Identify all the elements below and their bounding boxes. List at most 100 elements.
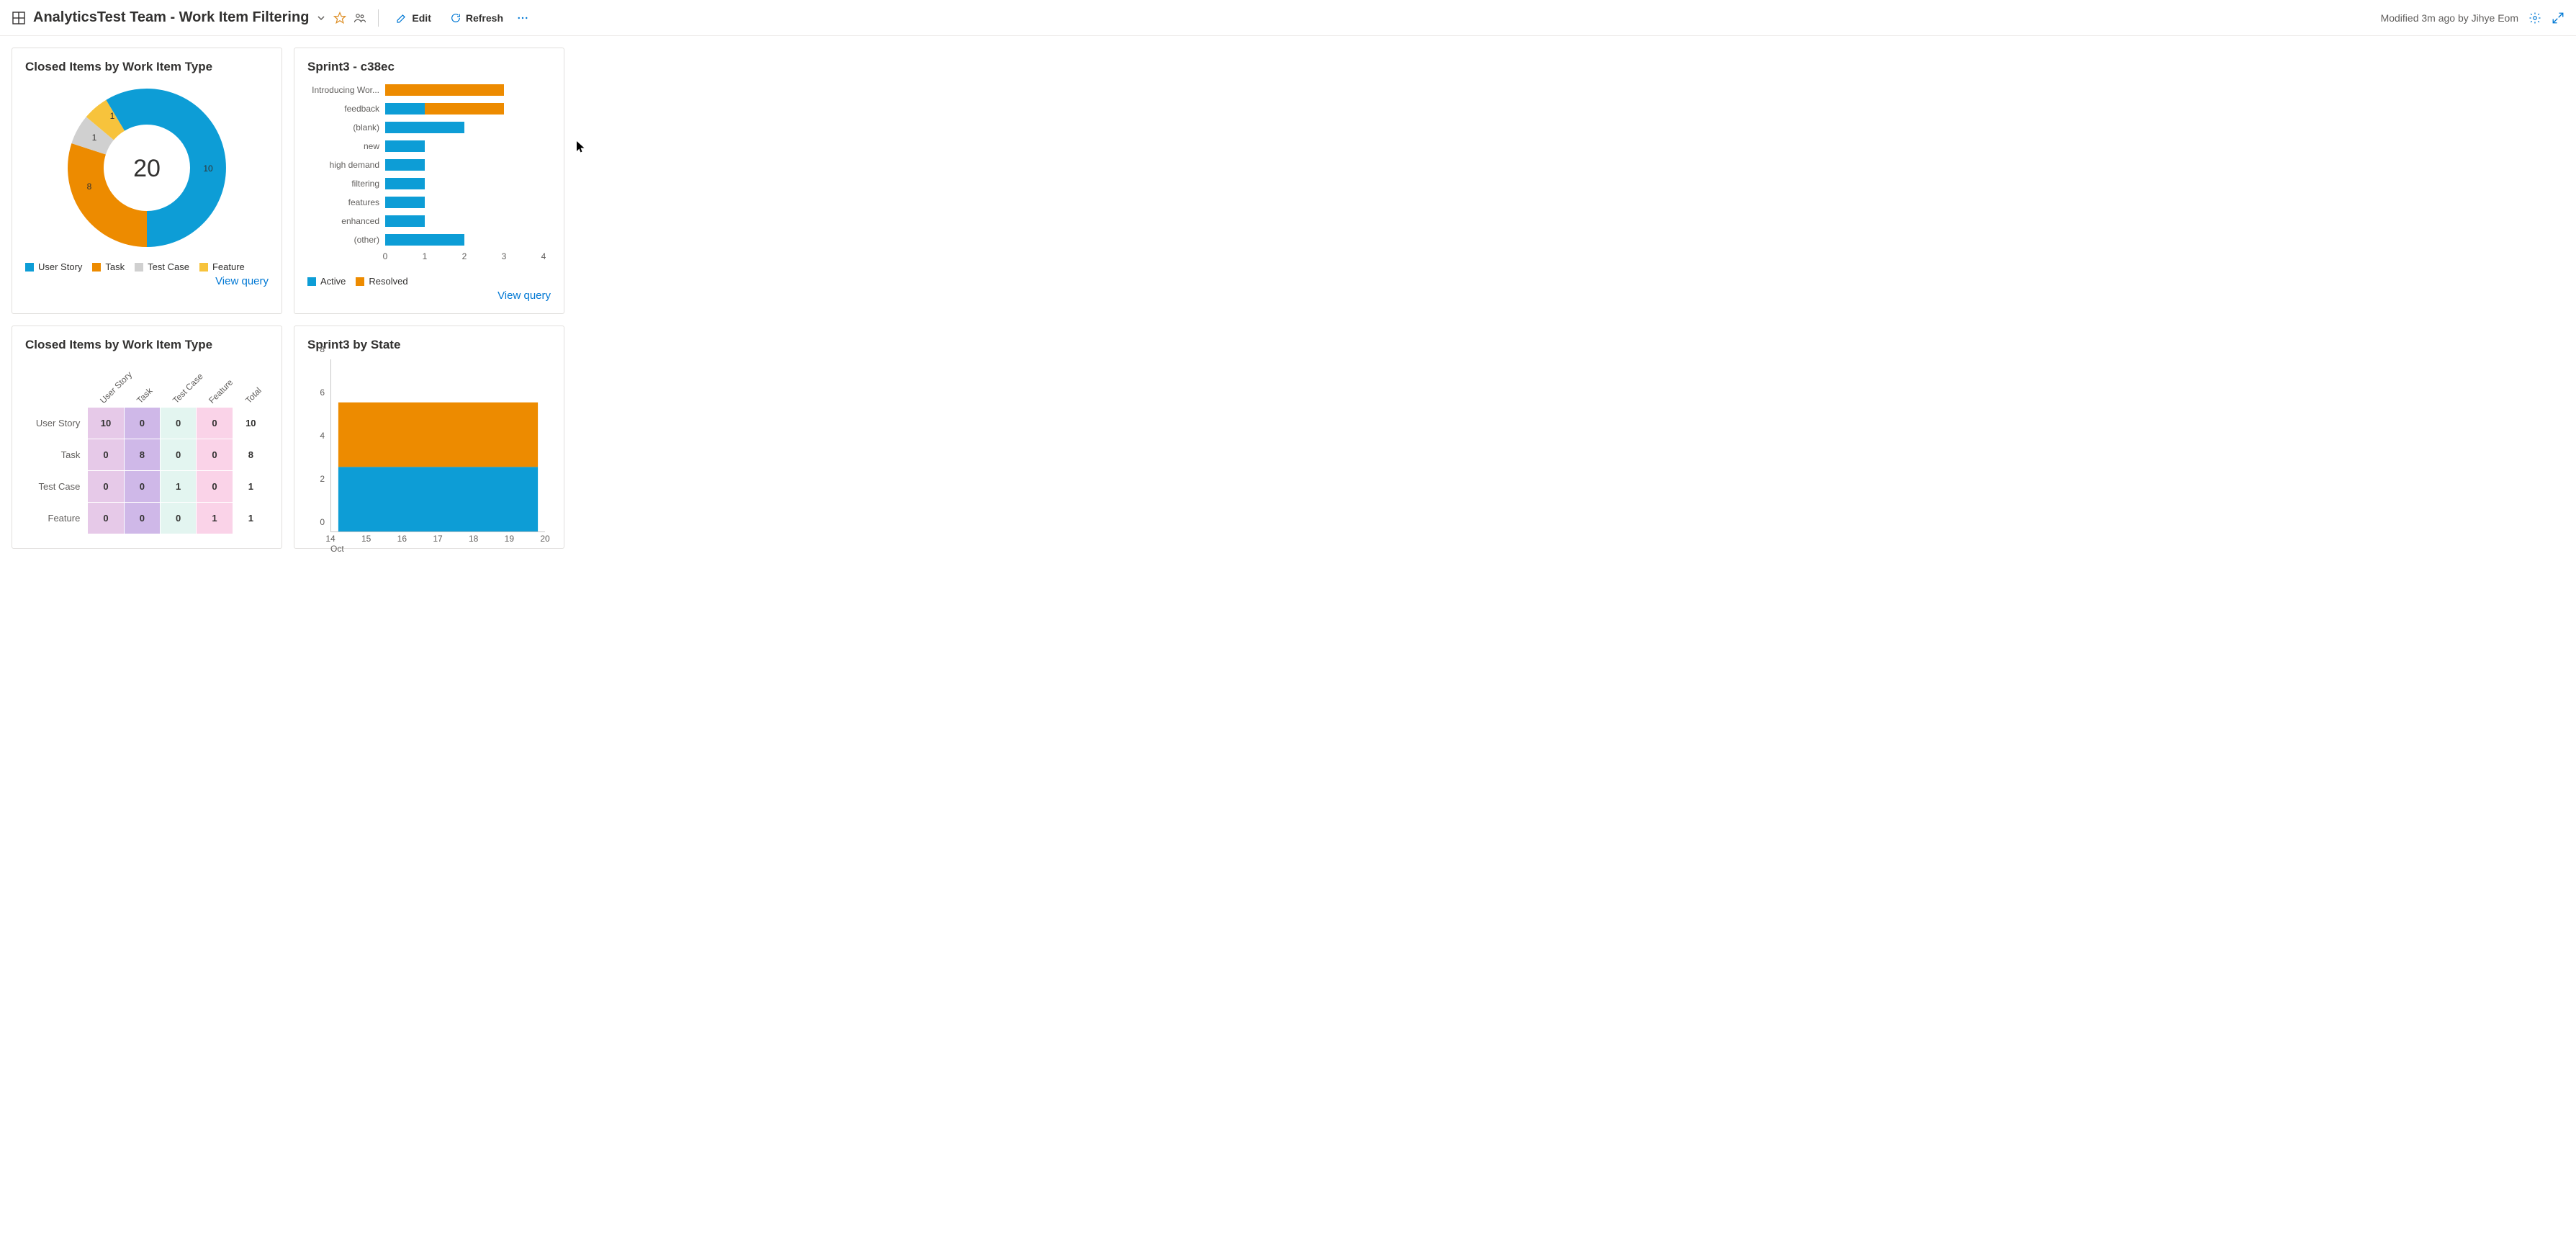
matrix: User Story Task Test Case Feature Total … (25, 364, 269, 534)
widget-title: Sprint3 by State (307, 338, 551, 352)
hbar-row: Introducing Wor... (307, 81, 551, 99)
x-tick: 16 (397, 534, 407, 544)
slice-label: 8 (87, 181, 92, 192)
matrix-cell: 0 (87, 470, 123, 502)
matrix-cell: 1 (196, 502, 232, 534)
matrix-cell: 0 (87, 502, 123, 534)
legend-item: Active (307, 276, 346, 287)
matrix-cell: 0 (124, 470, 160, 502)
pencil-icon (396, 12, 407, 24)
plot-area (330, 359, 545, 532)
y-tick: 0 (320, 517, 325, 527)
y-tick: 4 (320, 431, 325, 441)
expand-icon[interactable] (2552, 12, 2564, 24)
hbar-bars (385, 178, 551, 189)
widget-title: Sprint3 - c38ec (307, 60, 551, 74)
matrix-cell: 10 (87, 407, 123, 439)
hbar-label: high demand (307, 160, 385, 170)
hbar-row: high demand (307, 156, 551, 174)
view-query-link-wrap: View query (25, 275, 269, 287)
matrix-head: User Story Task Test Case Feature Total (25, 364, 269, 407)
col-header: Total (233, 364, 269, 407)
matrix-cell: 0 (160, 439, 196, 470)
hbar-row: (other) (307, 231, 551, 248)
legend-item: Task (92, 261, 125, 272)
x-axis: 14151617181920Oct (330, 532, 545, 554)
people-icon[interactable] (353, 12, 366, 24)
hbar-segment (385, 197, 425, 208)
legend: User Story Task Test Case Feature (25, 261, 269, 272)
hbar-bars (385, 140, 551, 152)
widget-closed-items-donut: Closed Items by Work Item Type (12, 48, 282, 314)
matrix-cell: 0 (124, 502, 160, 534)
matrix-cell: 1 (233, 470, 269, 502)
chevron-down-icon[interactable] (316, 13, 326, 23)
x-tick: 15 (361, 534, 371, 544)
dashboard-icon (12, 11, 26, 25)
slice-label: 1 (92, 133, 97, 143)
x-tick: 0 (383, 251, 388, 261)
x-tick: 14 (325, 534, 335, 544)
matrix-row: Task08008 (25, 439, 269, 470)
hbar-segment (425, 103, 504, 115)
matrix-cell: 8 (233, 439, 269, 470)
modified-text: Modified 3m ago by Jihye Eom (2381, 12, 2518, 24)
y-tick: 8 (320, 344, 325, 354)
hbar-row: features (307, 194, 551, 211)
hbar-bars (385, 234, 551, 246)
row-label: User Story (25, 407, 87, 439)
hbar-label: (blank) (307, 122, 385, 133)
col-header: User Story (87, 364, 123, 407)
widget-sprint3-area: Sprint3 by State 02468 14151617181920Oct (294, 326, 564, 549)
hbar-segment (385, 178, 425, 189)
x-tick: 19 (505, 534, 514, 544)
legend-item: Test Case (135, 261, 189, 272)
matrix-cell: 8 (124, 439, 160, 470)
gear-icon[interactable] (2528, 12, 2541, 24)
hbar-segment (385, 103, 425, 115)
x-tick: 20 (540, 534, 549, 544)
hbar-label: new (307, 141, 385, 151)
column-1: Closed Items by Work Item Type (12, 48, 282, 549)
matrix-cell: 0 (124, 407, 160, 439)
hbar-label: Introducing Wor... (307, 85, 385, 95)
more-icon[interactable] (516, 12, 529, 24)
hbar-label: enhanced (307, 216, 385, 226)
hbar-bars (385, 103, 551, 115)
y-axis: 02468 (307, 359, 328, 532)
slice-label: 1 (110, 111, 115, 121)
edit-button[interactable]: Edit (390, 9, 436, 27)
star-icon[interactable] (333, 12, 346, 24)
matrix-cell: 1 (160, 470, 196, 502)
matrix-row: Test Case00101 (25, 470, 269, 502)
hbar-segment (385, 215, 425, 227)
col-header: Feature (196, 364, 232, 407)
area-chart: 02468 14151617181920Oct (307, 359, 551, 554)
hbar-x-axis: 01234 (385, 251, 551, 264)
hbar-label: (other) (307, 235, 385, 245)
refresh-button[interactable]: Refresh (444, 9, 509, 27)
widget-sprint3-hbar: Sprint3 - c38ec Introducing Wor... feedba… (294, 48, 564, 314)
refresh-icon (450, 12, 461, 24)
hbar-row: enhanced (307, 212, 551, 230)
matrix-cell: 0 (196, 407, 232, 439)
hbar-chart: Introducing Wor... feedback (blank) new high… (307, 81, 551, 269)
top-bar: AnalyticsTest Team - Work Item Filtering… (0, 0, 2576, 36)
view-query-link[interactable]: View query (497, 290, 551, 302)
col-header: Test Case (160, 364, 196, 407)
x-tick: 3 (502, 251, 507, 261)
row-label: Test Case (25, 470, 87, 502)
hbar-bars (385, 215, 551, 227)
hbar-row: filtering (307, 175, 551, 192)
matrix-cell: 0 (87, 439, 123, 470)
dashboard-content: Closed Items by Work Item Type (0, 36, 2576, 560)
matrix-cell: 0 (160, 502, 196, 534)
hbar-segment (385, 159, 425, 171)
hbar-row: feedback (307, 100, 551, 117)
legend-item: Resolved (356, 276, 407, 287)
hbar-segment (385, 140, 425, 152)
hbar-segment (385, 122, 464, 133)
row-label: Task (25, 439, 87, 470)
x-tick: 1 (423, 251, 428, 261)
view-query-link[interactable]: View query (215, 275, 269, 287)
